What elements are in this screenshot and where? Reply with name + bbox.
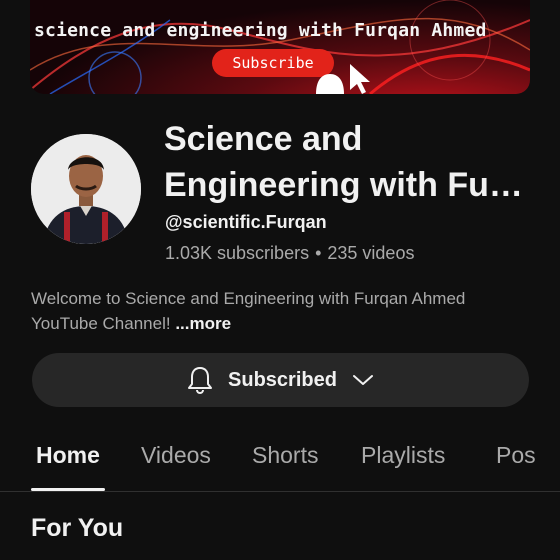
stats-separator: • xyxy=(315,243,322,263)
tab-home[interactable]: Home xyxy=(36,442,100,469)
subscribed-label: Subscribed xyxy=(228,368,337,391)
channel-page: science and engineering with Furqan Ahme… xyxy=(0,0,560,560)
channel-handle: @scientific.Furqan xyxy=(165,212,327,232)
subscribed-button[interactable]: Subscribed xyxy=(32,353,529,407)
tab-shorts[interactable]: Shorts xyxy=(252,442,318,469)
channel-name-line1: Science and xyxy=(164,120,363,158)
banner-title: science and engineering with Furqan Ahme… xyxy=(34,20,487,41)
description-text: Welcome to Science and Engineering with … xyxy=(31,289,466,333)
channel-description[interactable]: Welcome to Science and Engineering with … xyxy=(31,286,531,336)
tab-videos[interactable]: Videos xyxy=(141,442,211,469)
section-title: For You xyxy=(31,514,124,542)
video-count: 235 videos xyxy=(327,243,415,263)
channel-tabs: Home Videos Shorts Playlists Pos xyxy=(0,438,560,492)
channel-name: Science and Engineering with Fur... xyxy=(164,116,544,208)
chevron-down-icon[interactable] xyxy=(351,372,375,388)
cursor-icon xyxy=(316,64,370,94)
tab-playlists[interactable]: Playlists xyxy=(361,442,445,469)
channel-banner: science and engineering with Furqan Ahme… xyxy=(30,0,530,94)
banner-background-art xyxy=(30,0,530,94)
channel-stats: 1.03K subscribers • 235 videos xyxy=(165,243,414,264)
more-link[interactable]: ...more xyxy=(175,314,231,333)
tab-posts[interactable]: Pos xyxy=(496,442,536,469)
subscriber-count: 1.03K subscribers xyxy=(165,243,310,263)
channel-avatar[interactable] xyxy=(31,134,141,244)
avatar-photo xyxy=(31,134,141,244)
active-tab-indicator xyxy=(31,488,105,491)
bell-icon[interactable] xyxy=(186,365,214,395)
channel-name-line2: Engineering with Fur... xyxy=(164,166,526,204)
